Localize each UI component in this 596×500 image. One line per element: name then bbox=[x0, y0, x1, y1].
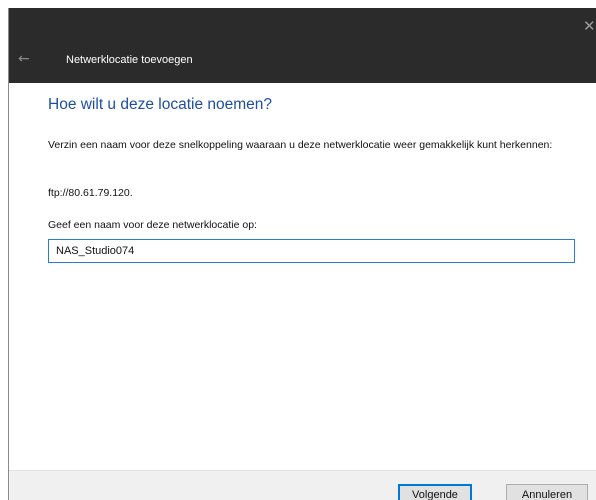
page-heading: Hoe wilt u deze locatie noemen? bbox=[48, 96, 273, 113]
name-field-label: Geef een naam voor deze netwerklocatie o… bbox=[48, 219, 257, 231]
location-name-input[interactable] bbox=[48, 239, 575, 263]
close-icon[interactable]: ✕ bbox=[583, 18, 596, 34]
title-bar: ✕ ← Netwerklocatie toevoegen bbox=[9, 8, 596, 83]
add-network-location-dialog: ✕ ← Netwerklocatie toevoegen Hoe wilt u … bbox=[8, 8, 596, 500]
next-button[interactable]: Volgende bbox=[398, 484, 472, 500]
dialog-footer: Volgende Annuleren bbox=[9, 470, 596, 500]
back-arrow-icon[interactable]: ← bbox=[18, 51, 34, 67]
location-url: ftp://80.61.79.120. bbox=[48, 187, 133, 199]
window-title: Netwerklocatie toevoegen bbox=[66, 54, 193, 66]
cancel-button[interactable]: Annuleren bbox=[506, 484, 588, 500]
description-text: Verzin een naam voor deze snelkoppeling … bbox=[48, 139, 553, 151]
screen-top-edge bbox=[0, 0, 596, 8]
